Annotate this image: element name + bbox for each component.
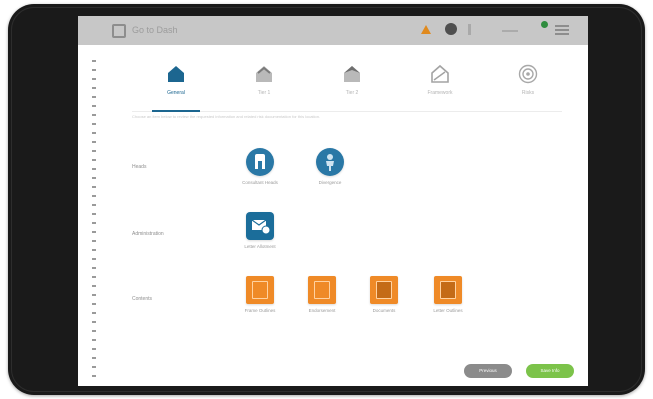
status-title[interactable]: Go to Dash (132, 25, 178, 35)
section-label-administration: Administration (132, 231, 164, 237)
tile-label: Documents (372, 308, 396, 313)
ruler-tick (92, 258, 96, 260)
tab-label: Tier 2 (345, 90, 359, 96)
ruler-tick (92, 141, 96, 143)
ruler-tick (92, 177, 96, 179)
tile-consultant-heads[interactable]: Consultant Heads (230, 148, 290, 208)
ruler-tick (92, 114, 96, 116)
ruler-tick (92, 69, 96, 71)
house-icon (168, 66, 184, 82)
document-icon (370, 276, 398, 304)
ruler-tick (92, 375, 96, 377)
ruler-tick (92, 321, 96, 323)
tab-label: Risks (521, 90, 535, 96)
ruler-tick (92, 87, 96, 89)
tile-label: Letter Outlines (433, 308, 463, 313)
ruler-tick (92, 231, 96, 233)
ruler-tick (92, 357, 96, 359)
section-label-contents: Contents (132, 296, 153, 302)
user-icon[interactable] (445, 23, 457, 35)
house-outline-icon (431, 64, 449, 83)
tile-letter-allotment[interactable]: Letter Allotment (230, 212, 290, 272)
mail-check-icon (246, 212, 274, 240)
form-icon (246, 276, 274, 304)
person-badge-icon (246, 148, 274, 176)
previous-button[interactable]: Previous (464, 364, 512, 378)
ruler-tick (92, 204, 96, 206)
status-bar: Go to Dash (78, 16, 588, 45)
ruler-tick (92, 60, 96, 62)
ruler-tick (92, 150, 96, 152)
warning-icon[interactable] (421, 25, 431, 34)
ruler-tick (92, 78, 96, 80)
ruler-tick (92, 249, 96, 251)
tab-risks[interactable]: Risks (484, 54, 572, 108)
page-description: Choose an item below to review the reque… (132, 114, 321, 119)
tile-divergence[interactable]: Divergence (300, 148, 360, 208)
tile-label: Consultant Heads (242, 180, 278, 185)
active-tab-indicator (152, 110, 200, 112)
tile-endorsement[interactable]: Endorsement (292, 276, 352, 336)
ruler-tick (92, 303, 96, 305)
tab-label: Framework (427, 90, 453, 96)
tile-documents[interactable]: Documents (354, 276, 414, 336)
ruler-tick (92, 348, 96, 350)
ruler-tick (92, 267, 96, 269)
ruler-tick (92, 366, 96, 368)
ruler-tick (92, 123, 96, 125)
tile-label: Letter Allotment (244, 244, 276, 249)
roof-icon (344, 66, 360, 82)
ruler-tick (92, 195, 96, 197)
ruler-tick (92, 159, 96, 161)
tab-bar: General Tier 1 Tier 2 Framework Risks (132, 54, 572, 112)
document-icon (434, 276, 462, 304)
ruler-tick (92, 105, 96, 107)
tab-framework[interactable]: Framework (396, 54, 484, 108)
tile-label: Divergence (318, 180, 342, 185)
ruler-tick (92, 294, 96, 296)
target-icon (518, 64, 538, 84)
ruler-tick (92, 222, 96, 224)
info-icon[interactable] (468, 24, 471, 35)
tab-tier-2[interactable]: Tier 2 (308, 54, 396, 108)
online-dot (541, 21, 548, 28)
ruler-tick (92, 285, 96, 287)
tile-label: Endorsement (308, 308, 336, 313)
ruler-tick (92, 240, 96, 242)
form-icon (308, 276, 336, 304)
ruler-tick (92, 276, 96, 278)
roof-icon (256, 66, 272, 82)
ruler-tick (92, 330, 96, 332)
ruler-tick (92, 339, 96, 341)
ruler-tick (92, 186, 96, 188)
ruler-tick (92, 132, 96, 134)
tablet-frame: Go to Dash General Tier 1 Tier 2 Framewo… (8, 4, 645, 395)
app-logo-icon[interactable] (112, 24, 126, 38)
side-ruler (92, 60, 98, 378)
tile-letter-outlines[interactable]: Letter Outlines (418, 276, 478, 336)
ruler-tick (92, 312, 96, 314)
tile-frame-outlines[interactable]: Frame Outlines (230, 276, 290, 336)
ruler-tick (92, 213, 96, 215)
section-label-heads: Heads (132, 164, 147, 170)
tile-label: Frame Outlines (244, 308, 276, 313)
tab-label: Tier 1 (257, 90, 271, 96)
person-icon (316, 148, 344, 176)
tab-tier-1[interactable]: Tier 1 (220, 54, 308, 108)
ruler-tick (92, 168, 96, 170)
sync-icon[interactable] (502, 25, 518, 32)
ruler-tick (92, 96, 96, 98)
save-button[interactable]: Save Info (526, 364, 574, 378)
tab-label: General (167, 90, 185, 96)
tab-general[interactable]: General (132, 54, 220, 108)
menu-icon[interactable] (555, 25, 569, 35)
tablet-screen: Go to Dash General Tier 1 Tier 2 Framewo… (78, 16, 588, 386)
